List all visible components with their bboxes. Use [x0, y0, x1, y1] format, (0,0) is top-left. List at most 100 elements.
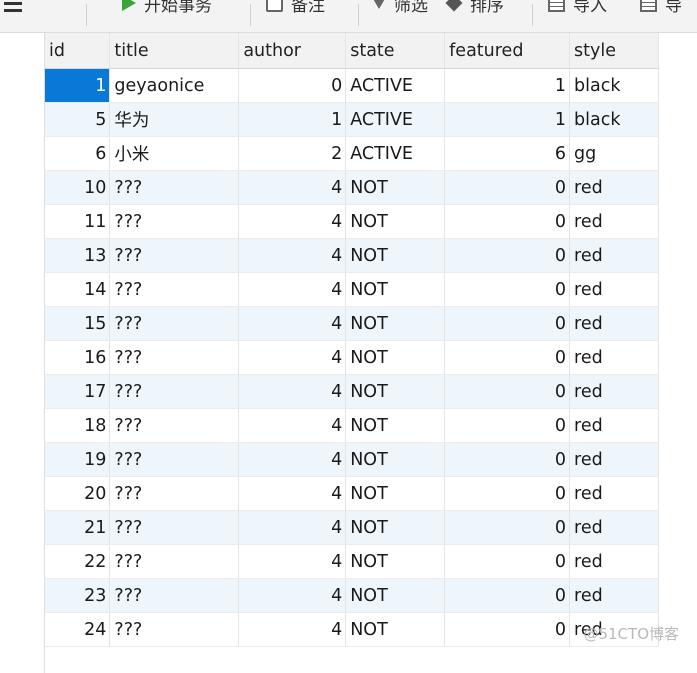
table-row[interactable]: 17??? 4 NOT 0 red: [45, 374, 659, 409]
cell-id[interactable]: 20: [45, 476, 111, 511]
cell-id[interactable]: 24: [45, 612, 111, 647]
cell-author[interactable]: 4: [238, 170, 347, 205]
cell-id[interactable]: 17: [45, 374, 111, 409]
cell-state[interactable]: ACTIVE: [345, 136, 446, 171]
table-row[interactable]: 10??? 4 NOT 0 red: [45, 170, 659, 205]
cell-title[interactable]: ???: [109, 578, 240, 613]
cell-author[interactable]: 4: [238, 272, 347, 307]
cell-state[interactable]: NOT: [345, 476, 446, 511]
cell-author[interactable]: 4: [238, 544, 347, 579]
cell-style[interactable]: red: [569, 510, 659, 545]
cell-state[interactable]: NOT: [345, 340, 446, 375]
cell-id[interactable]: 19: [45, 442, 111, 477]
cell-state[interactable]: ACTIVE: [345, 102, 446, 137]
cell-author[interactable]: 4: [238, 510, 347, 545]
cell-featured[interactable]: 0: [444, 272, 571, 307]
cell-style[interactable]: black: [569, 102, 659, 137]
export-button[interactable]: 导: [640, 0, 682, 16]
menu-icon[interactable]: [4, 0, 30, 16]
cell-title[interactable]: ???: [109, 238, 240, 273]
cell-state[interactable]: NOT: [345, 272, 446, 307]
cell-state[interactable]: NOT: [345, 578, 446, 613]
begin-transaction-button[interactable]: 开始事务: [122, 0, 212, 16]
cell-author[interactable]: 2: [238, 136, 347, 171]
table-row[interactable]: 13??? 4 NOT 0 red: [45, 238, 659, 273]
cell-featured[interactable]: 0: [444, 442, 571, 477]
table-row[interactable]: 16??? 4 NOT 0 red: [45, 340, 659, 375]
cell-featured[interactable]: 1: [444, 68, 571, 103]
cell-style[interactable]: red: [569, 408, 659, 443]
data-grid[interactable]: id title author state featured style 1 ge…: [44, 33, 659, 673]
cell-id[interactable]: 1: [45, 68, 111, 103]
cell-id[interactable]: 11: [45, 204, 111, 239]
cell-state[interactable]: NOT: [345, 204, 446, 239]
column-header-author[interactable]: author: [238, 33, 347, 69]
table-row[interactable]: 15??? 4 NOT 0 red: [45, 306, 659, 341]
cell-author[interactable]: 4: [238, 408, 347, 443]
import-button[interactable]: 导入: [548, 0, 607, 16]
cell-id[interactable]: 14: [45, 272, 111, 307]
table-row[interactable]: 24??? 4 NOT 0 red: [45, 612, 659, 647]
cell-title[interactable]: ???: [109, 374, 240, 409]
cell-id[interactable]: 5: [45, 102, 111, 137]
cell-title[interactable]: 华为: [109, 102, 240, 137]
cell-featured[interactable]: 0: [444, 476, 571, 511]
sort-button[interactable]: 排序: [445, 0, 504, 16]
cell-author[interactable]: 1: [238, 102, 347, 137]
cell-state[interactable]: ACTIVE: [345, 68, 446, 103]
cell-featured[interactable]: 0: [444, 170, 571, 205]
cell-author[interactable]: 4: [238, 374, 347, 409]
table-row[interactable]: 1 geyaonice 0 ACTIVE 1 black: [45, 68, 659, 103]
cell-featured[interactable]: 0: [444, 374, 571, 409]
cell-title[interactable]: ???: [109, 408, 240, 443]
column-header-featured[interactable]: featured: [444, 33, 571, 69]
cell-id[interactable]: 21: [45, 510, 111, 545]
cell-state[interactable]: NOT: [345, 442, 446, 477]
column-header-title[interactable]: title: [109, 33, 240, 69]
cell-style[interactable]: red: [569, 578, 659, 613]
cell-author[interactable]: 4: [238, 578, 347, 613]
cell-style[interactable]: red: [569, 272, 659, 307]
cell-featured[interactable]: 0: [444, 408, 571, 443]
cell-state[interactable]: NOT: [345, 612, 446, 647]
table-row[interactable]: 5 华为 1 ACTIVE 1 black: [45, 102, 659, 137]
cell-id[interactable]: 16: [45, 340, 111, 375]
cell-title[interactable]: ???: [109, 272, 240, 307]
cell-title[interactable]: ???: [109, 306, 240, 341]
cell-title[interactable]: 小米: [109, 136, 240, 171]
cell-featured[interactable]: 0: [444, 238, 571, 273]
table-row[interactable]: 23??? 4 NOT 0 red: [45, 578, 659, 613]
table-row[interactable]: 18??? 4 NOT 0 red: [45, 408, 659, 443]
cell-style[interactable]: red: [569, 544, 659, 579]
cell-style[interactable]: red: [569, 170, 659, 205]
table-row[interactable]: 20??? 4 NOT 0 red: [45, 476, 659, 511]
cell-author[interactable]: 4: [238, 476, 347, 511]
cell-style[interactable]: red: [569, 374, 659, 409]
cell-title[interactable]: ???: [109, 544, 240, 579]
cell-style[interactable]: red: [569, 442, 659, 477]
cell-style[interactable]: red: [569, 340, 659, 375]
cell-title[interactable]: ???: [109, 612, 240, 647]
cell-title[interactable]: ???: [109, 340, 240, 375]
cell-author[interactable]: 4: [238, 204, 347, 239]
cell-featured[interactable]: 0: [444, 306, 571, 341]
cell-author[interactable]: 0: [238, 68, 347, 103]
cell-featured[interactable]: 0: [444, 612, 571, 647]
cell-title[interactable]: ???: [109, 204, 240, 239]
cell-state[interactable]: NOT: [345, 408, 446, 443]
table-row[interactable]: 11??? 4 NOT 0 red: [45, 204, 659, 239]
cell-title[interactable]: ???: [109, 442, 240, 477]
column-header-style[interactable]: style: [569, 33, 659, 69]
cell-state[interactable]: NOT: [345, 238, 446, 273]
cell-style[interactable]: black: [569, 68, 659, 103]
cell-state[interactable]: NOT: [345, 544, 446, 579]
cell-id[interactable]: 15: [45, 306, 111, 341]
table-row[interactable]: 6 小米 2 ACTIVE 6 gg: [45, 136, 659, 171]
table-row[interactable]: 14??? 4 NOT 0 red: [45, 272, 659, 307]
cell-featured[interactable]: 0: [444, 204, 571, 239]
cell-featured[interactable]: 0: [444, 340, 571, 375]
cell-featured[interactable]: 0: [444, 544, 571, 579]
cell-author[interactable]: 4: [238, 306, 347, 341]
cell-title[interactable]: geyaonice: [109, 68, 240, 103]
table-row[interactable]: 19??? 4 NOT 0 red: [45, 442, 659, 477]
